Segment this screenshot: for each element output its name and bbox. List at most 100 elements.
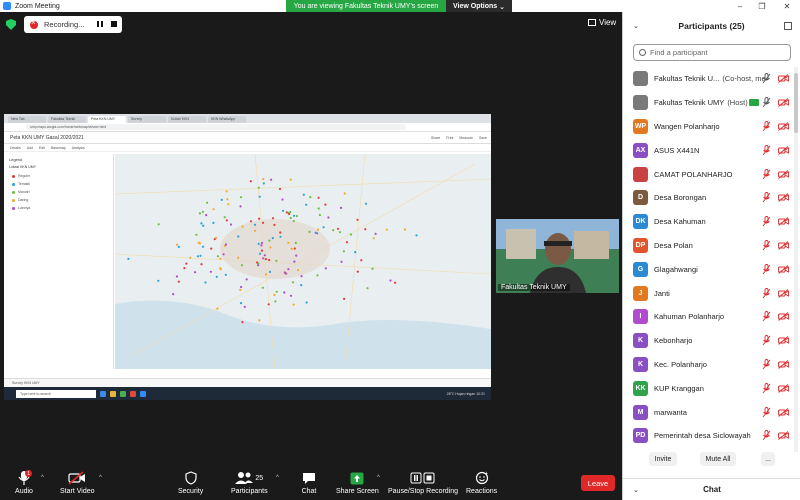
map-tool[interactable]: Details bbox=[10, 146, 21, 150]
map-point[interactable] bbox=[227, 203, 230, 206]
map-point[interactable] bbox=[262, 178, 265, 181]
map-tool[interactable]: Add bbox=[27, 146, 33, 150]
mic-muted-icon[interactable] bbox=[762, 311, 771, 322]
video-caret-icon[interactable]: ^ bbox=[99, 475, 102, 481]
map-point[interactable] bbox=[261, 286, 264, 289]
view-button[interactable]: View bbox=[588, 18, 616, 27]
reactions-button[interactable]: + Reactions bbox=[466, 470, 497, 495]
map-point[interactable] bbox=[292, 219, 295, 223]
map-point[interactable] bbox=[195, 233, 198, 236]
map-point[interactable] bbox=[339, 206, 343, 209]
map-point[interactable] bbox=[300, 284, 303, 287]
mic-muted-icon[interactable] bbox=[762, 192, 771, 203]
map-point[interactable] bbox=[214, 236, 218, 239]
map-point[interactable] bbox=[275, 290, 278, 293]
map-point[interactable] bbox=[216, 255, 219, 258]
map-point[interactable] bbox=[278, 187, 282, 191]
map-tool[interactable]: Analysis bbox=[72, 146, 85, 150]
map-point[interactable] bbox=[270, 178, 273, 181]
video-off-icon[interactable] bbox=[778, 217, 789, 227]
map-point[interactable] bbox=[284, 272, 287, 275]
map-point[interactable] bbox=[197, 241, 200, 244]
participant-row[interactable]: K Kebonharjo bbox=[623, 329, 791, 353]
map-point[interactable] bbox=[356, 270, 359, 273]
map-point[interactable] bbox=[258, 252, 262, 255]
map-point[interactable] bbox=[260, 244, 263, 247]
map-point[interactable] bbox=[239, 205, 242, 208]
participant-row[interactable]: Mmarwanta bbox=[623, 400, 791, 424]
map-point[interactable] bbox=[274, 300, 277, 303]
map-point[interactable] bbox=[292, 214, 296, 217]
map-point[interactable] bbox=[394, 281, 397, 284]
map-point[interactable] bbox=[264, 273, 268, 276]
map-tool[interactable]: Basemap bbox=[51, 146, 66, 150]
map-point[interactable] bbox=[289, 294, 293, 297]
map-point[interactable] bbox=[212, 221, 215, 224]
map-point[interactable] bbox=[257, 186, 260, 189]
video-off-icon[interactable] bbox=[778, 193, 789, 203]
mic-muted-icon[interactable] bbox=[762, 287, 771, 299]
map-point[interactable] bbox=[389, 279, 392, 282]
video-off-icon[interactable] bbox=[778, 98, 789, 108]
video-off-icon[interactable] bbox=[778, 336, 789, 346]
map-point[interactable] bbox=[340, 260, 343, 263]
map-point[interactable] bbox=[279, 235, 282, 238]
taskbar-search[interactable]: Type here to search bbox=[16, 389, 96, 398]
map-point[interactable] bbox=[224, 243, 227, 246]
map-point[interactable] bbox=[267, 303, 270, 306]
map-action[interactable]: Print bbox=[446, 136, 453, 140]
map-point[interactable] bbox=[194, 271, 197, 274]
participant-row[interactable]: DP Desa Polan bbox=[623, 234, 791, 258]
map-point[interactable] bbox=[356, 218, 359, 221]
map-point[interactable] bbox=[177, 245, 180, 248]
participant-row[interactable]: J Janti bbox=[623, 281, 791, 305]
map-point[interactable] bbox=[371, 267, 374, 270]
share-caret-icon[interactable]: ^ bbox=[377, 475, 380, 481]
taskbar-app-icon[interactable] bbox=[140, 390, 146, 397]
browser-tab[interactable]: Kuliah KKN bbox=[168, 116, 206, 123]
map-point[interactable] bbox=[216, 307, 219, 310]
map-point[interactable] bbox=[292, 303, 295, 306]
taskbar-app-icon[interactable] bbox=[120, 390, 126, 397]
map-point[interactable] bbox=[183, 267, 186, 270]
participant-search-input[interactable]: Find a participant bbox=[633, 44, 791, 61]
map-point[interactable] bbox=[289, 178, 292, 181]
browser-tab[interactable]: KKN WhatsApp bbox=[208, 116, 246, 123]
map-point[interactable] bbox=[157, 279, 160, 282]
map-point[interactable] bbox=[240, 285, 243, 289]
mic-muted-icon[interactable] bbox=[762, 144, 771, 156]
mute-all-button[interactable]: Mute All bbox=[700, 452, 736, 466]
browser-tab[interactable]: Fakultas Teknik bbox=[48, 116, 86, 123]
map-point[interactable] bbox=[288, 212, 291, 216]
map-point[interactable] bbox=[297, 269, 300, 272]
map-point[interactable] bbox=[324, 203, 327, 206]
browser-tab[interactable]: Survey bbox=[128, 116, 166, 123]
mic-muted-icon[interactable] bbox=[762, 430, 771, 441]
participant-row[interactable]: CAMAT POLANHARJO bbox=[623, 162, 791, 186]
map-point[interactable] bbox=[273, 293, 276, 296]
map-point[interactable] bbox=[317, 228, 320, 231]
video-off-icon[interactable] bbox=[778, 431, 789, 441]
mic-muted-icon[interactable] bbox=[762, 335, 771, 346]
map-point[interactable] bbox=[415, 234, 418, 237]
video-off-icon[interactable] bbox=[778, 407, 789, 417]
map-point[interactable] bbox=[282, 209, 285, 212]
video-off-icon[interactable] bbox=[778, 145, 789, 155]
map-point[interactable] bbox=[258, 195, 261, 198]
share-screen-button[interactable]: Share Screen bbox=[336, 470, 379, 495]
map-point[interactable] bbox=[201, 245, 205, 248]
browser-tab[interactable]: Peta KKN UMY bbox=[88, 116, 126, 123]
map-point[interactable] bbox=[200, 263, 203, 266]
scrollbar-thumb[interactable] bbox=[794, 73, 798, 133]
map-point[interactable] bbox=[293, 260, 296, 263]
map-point[interactable] bbox=[175, 275, 178, 278]
map-point[interactable] bbox=[345, 241, 349, 244]
map-point[interactable] bbox=[198, 212, 201, 215]
video-off-icon[interactable] bbox=[778, 122, 789, 131]
chat-button[interactable]: Chat bbox=[299, 470, 319, 495]
map-point[interactable] bbox=[317, 196, 320, 199]
map-point[interactable] bbox=[240, 196, 243, 199]
map-action[interactable]: Share bbox=[431, 136, 440, 140]
pause-stop-recording-button[interactable]: Pause/Stop Recording bbox=[388, 470, 458, 495]
pause-recording-icon[interactable] bbox=[96, 20, 104, 28]
